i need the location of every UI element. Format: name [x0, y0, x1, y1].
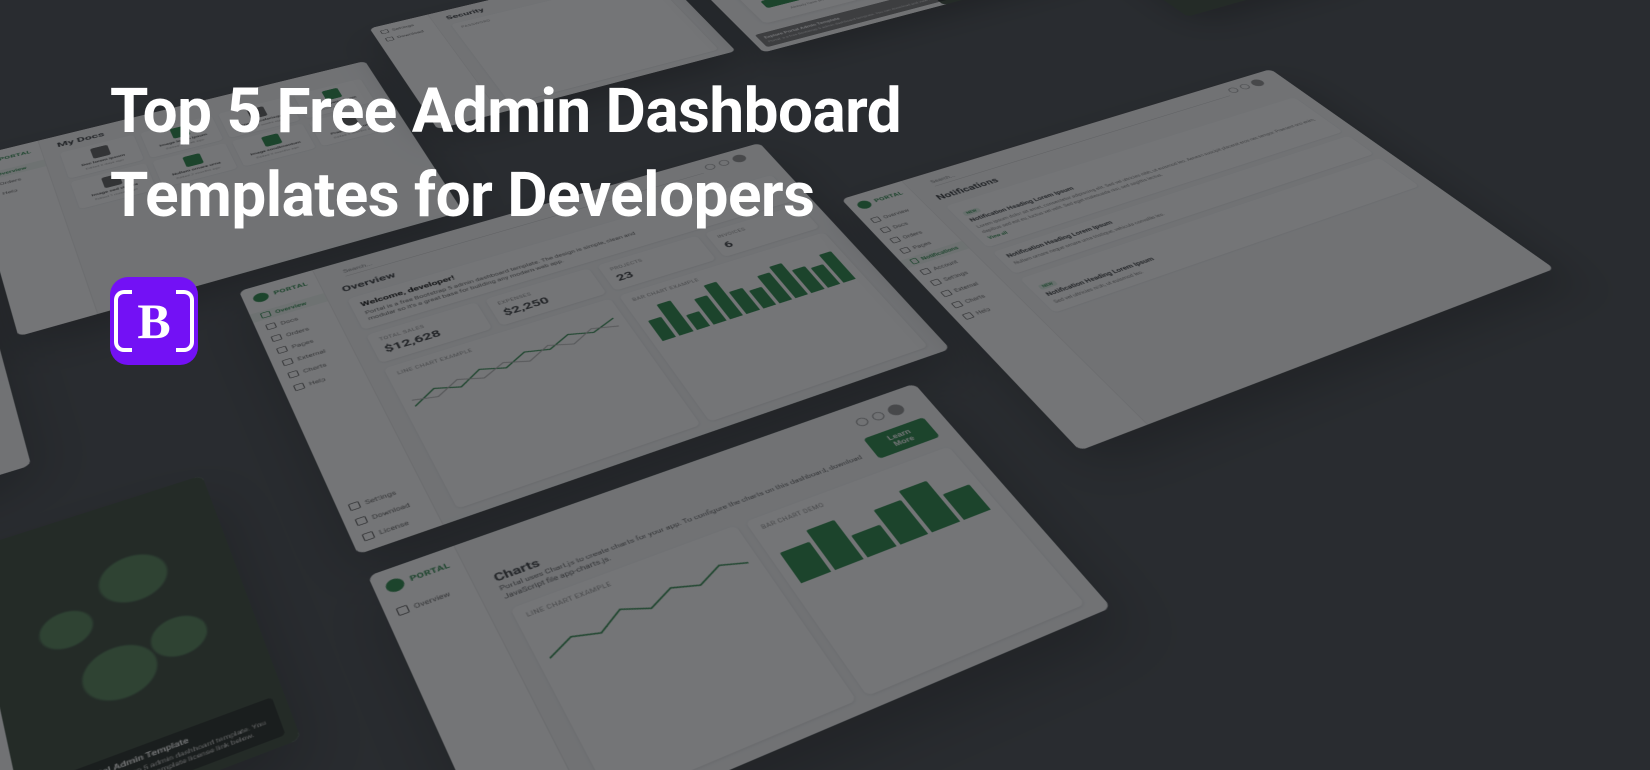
bell-icon[interactable]	[854, 416, 871, 427]
gear-icon	[930, 279, 943, 287]
grid-icon	[396, 605, 411, 617]
help-icon	[293, 382, 306, 391]
chart-icon	[951, 301, 964, 309]
external-icon	[940, 289, 953, 297]
gear-icon	[348, 501, 362, 511]
bootstrap-logo-letter: B	[137, 292, 170, 350]
chart-icon	[287, 370, 299, 379]
plant-image	[1016, 0, 1339, 17]
learn-more-button[interactable]: Learn More	[863, 417, 940, 459]
download-icon	[354, 516, 368, 526]
user-icon	[919, 268, 932, 275]
bell-icon	[909, 258, 920, 265]
license-icon	[361, 531, 375, 542]
headline: Top 5 Free Admin Dashboard Templates for…	[110, 70, 901, 237]
download-icon	[385, 36, 395, 41]
gear-icon	[380, 29, 390, 34]
bootstrap-logo: B	[110, 277, 198, 365]
avatar[interactable]	[1248, 78, 1266, 87]
help-icon	[962, 312, 975, 320]
gear-icon[interactable]	[870, 411, 887, 422]
notifications-tile: PORTAL Overview Docs Orders Pages Notifi…	[841, 69, 1554, 451]
charts-tile: PORTAL Overview Charts Portal uses Chart…	[368, 384, 1112, 770]
hero: Top 5 Free Admin Dashboard Templates for…	[110, 70, 901, 365]
sidebar-item-help[interactable]: Help	[952, 294, 1024, 324]
plant-image: Explore Portal Admin Template Portal is …	[0, 475, 301, 770]
gear-icon[interactable]	[1238, 83, 1252, 90]
bell-icon[interactable]	[1227, 87, 1241, 94]
avatar[interactable]	[885, 403, 907, 418]
login-tile: Log in to Portal Remember me Log In No A…	[0, 475, 301, 770]
portal-logo-icon	[384, 576, 407, 594]
